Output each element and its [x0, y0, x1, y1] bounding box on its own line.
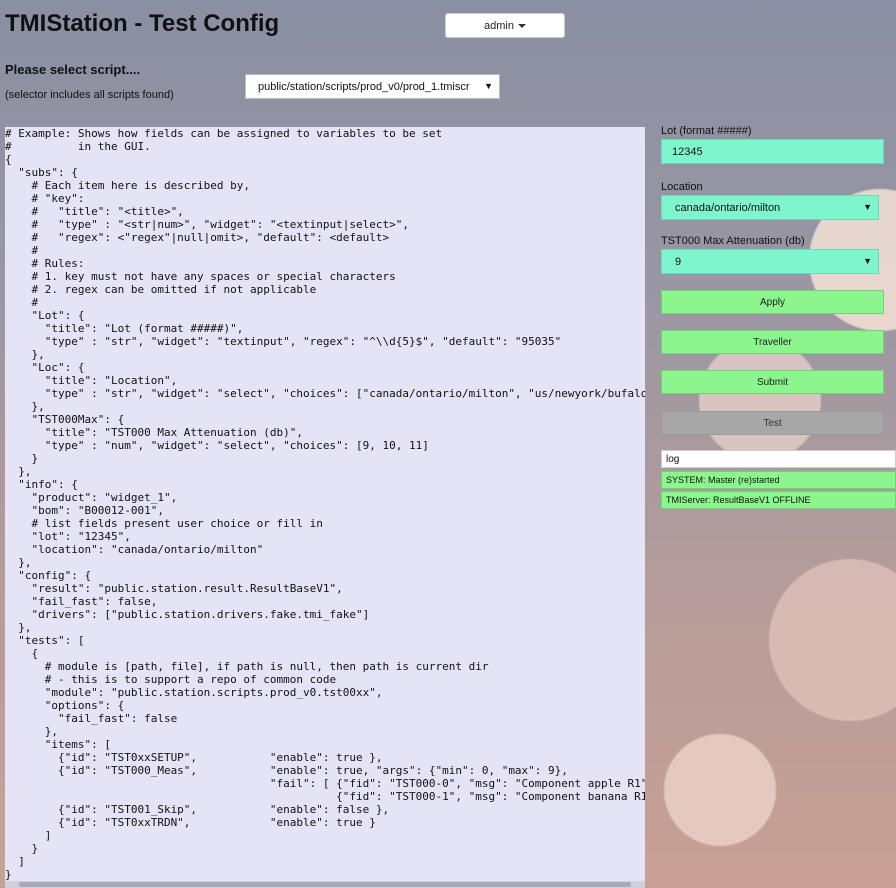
scrollbar-thumb[interactable]	[19, 882, 631, 887]
script-select[interactable]: public/station/scripts/prod_v0/prod_1.tm…	[245, 74, 500, 99]
log-entry: SYSTEM: Master (re)started	[661, 471, 896, 489]
max-attenuation-select-value: 9	[675, 255, 682, 268]
dropdown-arrow-icon: ▼	[863, 202, 872, 212]
location-select[interactable]: canada/ontario/milton ▼	[661, 195, 879, 220]
caret-down-icon	[517, 23, 526, 28]
traveller-button[interactable]: Traveller	[661, 330, 884, 354]
submit-button[interactable]: Submit	[661, 370, 884, 394]
lot-label: Lot (format #####)	[661, 125, 752, 137]
log-entry: TMIServer: ResultBaseV1 OFFLINE	[661, 491, 896, 509]
lot-input[interactable]: 12345	[661, 139, 884, 164]
max-attenuation-select[interactable]: 9 ▼	[661, 249, 879, 274]
script-select-hint: (selector includes all scripts found)	[5, 89, 174, 101]
location-label: Location	[661, 181, 703, 193]
user-menu-label: admin	[484, 19, 514, 32]
dropdown-arrow-icon: ▼	[863, 256, 872, 266]
script-select-prompt: Please select script....	[5, 62, 141, 77]
max-attenuation-label: TST000 Max Attenuation (db)	[661, 235, 805, 247]
log-header: log	[661, 450, 896, 468]
page-title: TMIStation - Test Config	[5, 10, 280, 37]
test-button[interactable]: Test	[661, 411, 884, 435]
location-select-value: canada/ontario/milton	[675, 201, 781, 214]
apply-button[interactable]: Apply	[661, 290, 884, 314]
script-select-value: public/station/scripts/prod_v0/prod_1.tm…	[258, 80, 470, 93]
horizontal-scrollbar[interactable]	[5, 881, 645, 888]
user-menu-dropdown[interactable]: admin	[445, 13, 565, 38]
code-text: # Example: Shows how fields can be assig…	[5, 127, 645, 881]
dropdown-arrow-icon: ▼	[484, 81, 493, 91]
lot-input-value: 12345	[672, 145, 703, 158]
script-code-editor[interactable]: # Example: Shows how fields can be assig…	[5, 127, 645, 888]
